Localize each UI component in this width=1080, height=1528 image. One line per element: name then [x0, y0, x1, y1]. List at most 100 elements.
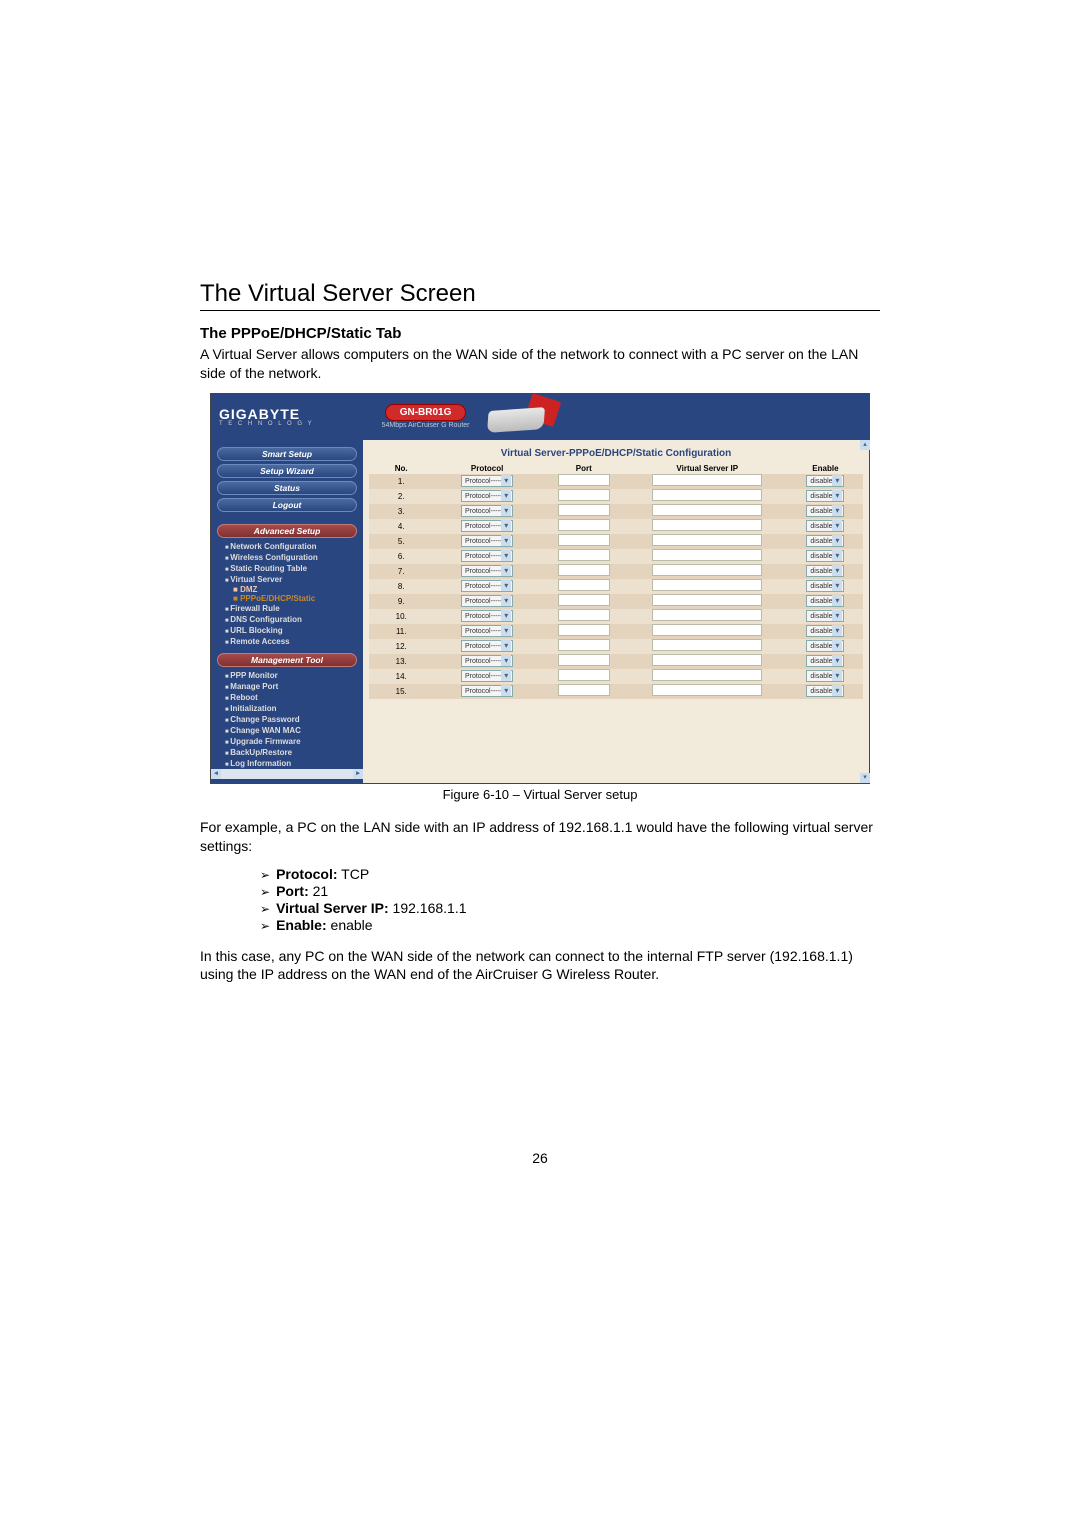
- table-row: 2. Protocol----- disable: [369, 489, 863, 504]
- brand-sub: T E C H N O L O G Y: [219, 421, 314, 427]
- nav-initialization[interactable]: Initialization: [211, 703, 363, 714]
- nav-change-password[interactable]: Change Password: [211, 714, 363, 725]
- vsip-input[interactable]: [652, 504, 762, 516]
- vsip-input[interactable]: [652, 609, 762, 621]
- port-input[interactable]: [558, 579, 610, 591]
- scroll-up-icon[interactable]: ▴: [860, 440, 870, 450]
- vsip-input[interactable]: [652, 564, 762, 576]
- nav-manage-port[interactable]: Manage Port: [211, 681, 363, 692]
- nav-firewall-rule[interactable]: Firewall Rule: [211, 603, 363, 614]
- vsip-input[interactable]: [652, 519, 762, 531]
- nav-change-wan-mac[interactable]: Change WAN MAC: [211, 725, 363, 736]
- nav-network-config[interactable]: Network Configuration: [211, 541, 363, 552]
- nav-remote-access[interactable]: Remote Access: [211, 636, 363, 647]
- enable-select[interactable]: disable: [806, 685, 844, 697]
- nav-log-information[interactable]: Log Information: [211, 758, 363, 769]
- port-input[interactable]: [558, 654, 610, 666]
- row-no: 10.: [369, 609, 433, 624]
- port-input[interactable]: [558, 609, 610, 621]
- table-row: 10. Protocol----- disable: [369, 609, 863, 624]
- protocol-select[interactable]: Protocol-----: [461, 625, 513, 637]
- port-input[interactable]: [558, 669, 610, 681]
- row-no: 2.: [369, 489, 433, 504]
- port-input[interactable]: [558, 504, 610, 516]
- protocol-select[interactable]: Protocol-----: [461, 670, 513, 682]
- enable-select[interactable]: disable: [806, 655, 844, 667]
- vsip-input[interactable]: [652, 594, 762, 606]
- protocol-select[interactable]: Protocol-----: [461, 595, 513, 607]
- port-input[interactable]: [558, 684, 610, 696]
- vsip-input[interactable]: [652, 669, 762, 681]
- sidebar-logout[interactable]: Logout: [217, 498, 357, 512]
- enable-select[interactable]: disable: [806, 550, 844, 562]
- nav-ppp-monitor[interactable]: PPP Monitor: [211, 670, 363, 681]
- protocol-select[interactable]: Protocol-----: [461, 565, 513, 577]
- vsip-input[interactable]: [652, 489, 762, 501]
- scroll-down-icon[interactable]: ▾: [860, 773, 870, 783]
- vsip-input[interactable]: [652, 549, 762, 561]
- enable-select[interactable]: disable: [806, 520, 844, 532]
- protocol-select[interactable]: Protocol-----: [461, 490, 513, 502]
- enable-select[interactable]: disable: [806, 505, 844, 517]
- enable-select[interactable]: disable: [806, 475, 844, 487]
- sidebar-scrollbar[interactable]: ◂ ▸: [211, 769, 363, 779]
- enable-select[interactable]: disable: [806, 625, 844, 637]
- sidebar-setup-wizard[interactable]: Setup Wizard: [217, 464, 357, 478]
- nav-dmz[interactable]: ■ DMZ: [211, 585, 363, 594]
- nav-wireless-config[interactable]: Wireless Configuration: [211, 552, 363, 563]
- nav-reboot[interactable]: Reboot: [211, 692, 363, 703]
- nav-backup-restore[interactable]: BackUp/Restore: [211, 747, 363, 758]
- port-input[interactable]: [558, 594, 610, 606]
- sidebar-smart-setup[interactable]: Smart Setup: [217, 447, 357, 461]
- port-input[interactable]: [558, 639, 610, 651]
- th-protocol: Protocol: [433, 463, 540, 474]
- enable-select[interactable]: disable: [806, 610, 844, 622]
- nav-virtual-server[interactable]: Virtual Server: [211, 574, 363, 585]
- protocol-select[interactable]: Protocol-----: [461, 520, 513, 532]
- row-no: 6.: [369, 549, 433, 564]
- enable-select[interactable]: disable: [806, 670, 844, 682]
- port-input[interactable]: [558, 474, 610, 486]
- enable-select[interactable]: disable: [806, 595, 844, 607]
- protocol-select[interactable]: Protocol-----: [461, 655, 513, 667]
- table-row: 11.Protocol-----disable: [369, 624, 863, 639]
- nav-static-routing[interactable]: Static Routing Table: [211, 563, 363, 574]
- vsip-input[interactable]: [652, 474, 762, 486]
- protocol-select[interactable]: Protocol-----: [461, 475, 513, 487]
- protocol-select[interactable]: Protocol-----: [461, 505, 513, 517]
- nav-url-blocking[interactable]: URL Blocking: [211, 625, 363, 636]
- enable-select[interactable]: disable: [806, 565, 844, 577]
- sidebar-advanced-setup[interactable]: Advanced Setup: [217, 524, 357, 538]
- port-input[interactable]: [558, 564, 610, 576]
- nav-upgrade-firmware[interactable]: Upgrade Firmware: [211, 736, 363, 747]
- scroll-left-icon[interactable]: ◂: [211, 769, 221, 779]
- port-input[interactable]: [558, 519, 610, 531]
- nav-dns-config[interactable]: DNS Configuration: [211, 614, 363, 625]
- port-input[interactable]: [558, 624, 610, 636]
- scroll-right-icon[interactable]: ▸: [353, 769, 363, 779]
- vsip-input[interactable]: [652, 684, 762, 696]
- sidebar-management-tool[interactable]: Management Tool: [217, 653, 357, 667]
- protocol-select[interactable]: Protocol-----: [461, 610, 513, 622]
- sidebar-status[interactable]: Status: [217, 481, 357, 495]
- vsip-input[interactable]: [652, 624, 762, 636]
- vsip-input[interactable]: [652, 639, 762, 651]
- enable-select[interactable]: disable: [806, 640, 844, 652]
- port-input[interactable]: [558, 534, 610, 546]
- vsip-input[interactable]: [652, 534, 762, 546]
- example-intro: For example, a PC on the LAN side with a…: [200, 818, 880, 856]
- enable-select[interactable]: disable: [806, 490, 844, 502]
- vsip-input[interactable]: [652, 654, 762, 666]
- protocol-select[interactable]: Protocol-----: [461, 685, 513, 697]
- enable-select[interactable]: disable: [806, 535, 844, 547]
- protocol-select[interactable]: Protocol-----: [461, 535, 513, 547]
- page-number: 26: [0, 1150, 1080, 1166]
- nav-pppoe-dhcp-static[interactable]: ■ PPPoE/DHCP/Static: [211, 594, 363, 603]
- port-input[interactable]: [558, 489, 610, 501]
- protocol-select[interactable]: Protocol-----: [461, 550, 513, 562]
- protocol-select[interactable]: Protocol-----: [461, 640, 513, 652]
- vsip-input[interactable]: [652, 579, 762, 591]
- protocol-select[interactable]: Protocol-----: [461, 580, 513, 592]
- port-input[interactable]: [558, 549, 610, 561]
- enable-select[interactable]: disable: [806, 580, 844, 592]
